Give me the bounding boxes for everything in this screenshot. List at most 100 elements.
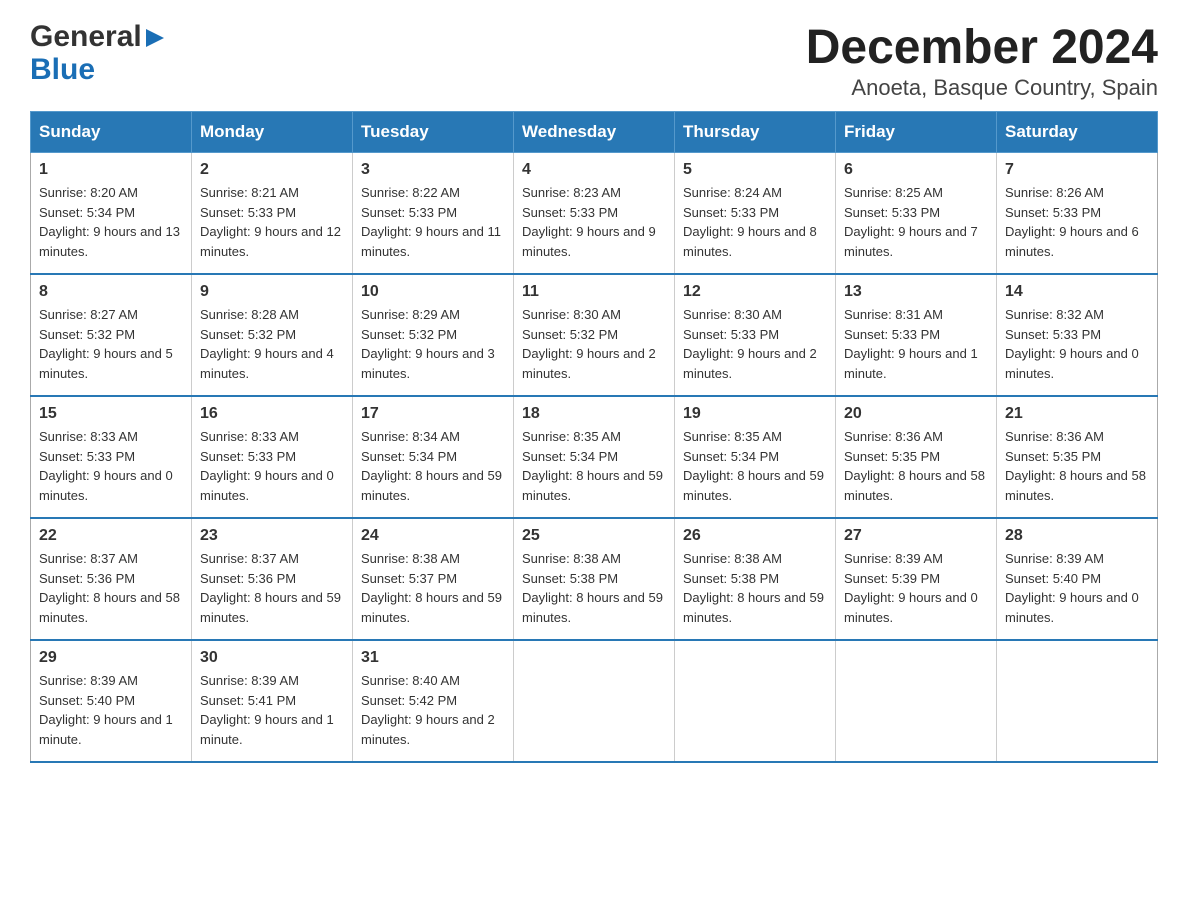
day-info: Sunrise: 8:38 AM Sunset: 5:38 PM Dayligh…: [522, 549, 666, 627]
day-number: 4: [522, 161, 666, 179]
calendar-week-row: 22 Sunrise: 8:37 AM Sunset: 5:36 PM Dayl…: [31, 518, 1158, 640]
day-info: Sunrise: 8:36 AM Sunset: 5:35 PM Dayligh…: [1005, 427, 1149, 505]
day-number: 21: [1005, 405, 1149, 423]
day-info: Sunrise: 8:32 AM Sunset: 5:33 PM Dayligh…: [1005, 305, 1149, 383]
day-info: Sunrise: 8:39 AM Sunset: 5:40 PM Dayligh…: [39, 671, 183, 749]
calendar-week-row: 8 Sunrise: 8:27 AM Sunset: 5:32 PM Dayli…: [31, 274, 1158, 396]
day-info: Sunrise: 8:36 AM Sunset: 5:35 PM Dayligh…: [844, 427, 988, 505]
logo: General Blue: [30, 20, 166, 86]
calendar-week-row: 29 Sunrise: 8:39 AM Sunset: 5:40 PM Dayl…: [31, 640, 1158, 762]
logo-triangle-icon: [144, 27, 166, 49]
logo-general: General: [30, 20, 142, 53]
day-number: 15: [39, 405, 183, 423]
day-number: 30: [200, 649, 344, 667]
day-info: Sunrise: 8:25 AM Sunset: 5:33 PM Dayligh…: [844, 183, 988, 261]
day-number: 5: [683, 161, 827, 179]
table-row: 23 Sunrise: 8:37 AM Sunset: 5:36 PM Dayl…: [192, 518, 353, 640]
day-number: 8: [39, 283, 183, 301]
table-row: [514, 640, 675, 762]
table-row: 12 Sunrise: 8:30 AM Sunset: 5:33 PM Dayl…: [675, 274, 836, 396]
day-info: Sunrise: 8:26 AM Sunset: 5:33 PM Dayligh…: [1005, 183, 1149, 261]
day-number: 28: [1005, 527, 1149, 545]
day-number: 10: [361, 283, 505, 301]
table-row: 18 Sunrise: 8:35 AM Sunset: 5:34 PM Dayl…: [514, 396, 675, 518]
table-row: 3 Sunrise: 8:22 AM Sunset: 5:33 PM Dayli…: [353, 153, 514, 275]
day-number: 6: [844, 161, 988, 179]
table-row: 13 Sunrise: 8:31 AM Sunset: 5:33 PM Dayl…: [836, 274, 997, 396]
page-header: General Blue December 2024 Anoeta, Basqu…: [30, 20, 1158, 101]
day-number: 11: [522, 283, 666, 301]
day-info: Sunrise: 8:24 AM Sunset: 5:33 PM Dayligh…: [683, 183, 827, 261]
table-row: 14 Sunrise: 8:32 AM Sunset: 5:33 PM Dayl…: [997, 274, 1158, 396]
day-number: 17: [361, 405, 505, 423]
table-row: 16 Sunrise: 8:33 AM Sunset: 5:33 PM Dayl…: [192, 396, 353, 518]
table-row: 15 Sunrise: 8:33 AM Sunset: 5:33 PM Dayl…: [31, 396, 192, 518]
calendar-title: December 2024: [806, 20, 1158, 75]
day-info: Sunrise: 8:39 AM Sunset: 5:39 PM Dayligh…: [844, 549, 988, 627]
table-row: 11 Sunrise: 8:30 AM Sunset: 5:32 PM Dayl…: [514, 274, 675, 396]
table-row: 28 Sunrise: 8:39 AM Sunset: 5:40 PM Dayl…: [997, 518, 1158, 640]
logo-blue: Blue: [30, 53, 95, 86]
day-number: 2: [200, 161, 344, 179]
day-info: Sunrise: 8:33 AM Sunset: 5:33 PM Dayligh…: [200, 427, 344, 505]
table-row: 4 Sunrise: 8:23 AM Sunset: 5:33 PM Dayli…: [514, 153, 675, 275]
day-info: Sunrise: 8:38 AM Sunset: 5:38 PM Dayligh…: [683, 549, 827, 627]
day-number: 16: [200, 405, 344, 423]
table-row: 24 Sunrise: 8:38 AM Sunset: 5:37 PM Dayl…: [353, 518, 514, 640]
table-row: 7 Sunrise: 8:26 AM Sunset: 5:33 PM Dayli…: [997, 153, 1158, 275]
table-row: 19 Sunrise: 8:35 AM Sunset: 5:34 PM Dayl…: [675, 396, 836, 518]
table-row: 21 Sunrise: 8:36 AM Sunset: 5:35 PM Dayl…: [997, 396, 1158, 518]
table-row: 26 Sunrise: 8:38 AM Sunset: 5:38 PM Dayl…: [675, 518, 836, 640]
day-number: 19: [683, 405, 827, 423]
header-wednesday: Wednesday: [514, 112, 675, 153]
day-number: 9: [200, 283, 344, 301]
day-number: 25: [522, 527, 666, 545]
day-number: 14: [1005, 283, 1149, 301]
table-row: 10 Sunrise: 8:29 AM Sunset: 5:32 PM Dayl…: [353, 274, 514, 396]
calendar-table: Sunday Monday Tuesday Wednesday Thursday…: [30, 111, 1158, 763]
header-friday: Friday: [836, 112, 997, 153]
table-row: 17 Sunrise: 8:34 AM Sunset: 5:34 PM Dayl…: [353, 396, 514, 518]
day-info: Sunrise: 8:37 AM Sunset: 5:36 PM Dayligh…: [39, 549, 183, 627]
header-sunday: Sunday: [31, 112, 192, 153]
table-row: 30 Sunrise: 8:39 AM Sunset: 5:41 PM Dayl…: [192, 640, 353, 762]
day-info: Sunrise: 8:34 AM Sunset: 5:34 PM Dayligh…: [361, 427, 505, 505]
day-info: Sunrise: 8:23 AM Sunset: 5:33 PM Dayligh…: [522, 183, 666, 261]
table-row: 29 Sunrise: 8:39 AM Sunset: 5:40 PM Dayl…: [31, 640, 192, 762]
day-info: Sunrise: 8:39 AM Sunset: 5:41 PM Dayligh…: [200, 671, 344, 749]
day-info: Sunrise: 8:40 AM Sunset: 5:42 PM Dayligh…: [361, 671, 505, 749]
table-row: 2 Sunrise: 8:21 AM Sunset: 5:33 PM Dayli…: [192, 153, 353, 275]
day-info: Sunrise: 8:22 AM Sunset: 5:33 PM Dayligh…: [361, 183, 505, 261]
day-number: 24: [361, 527, 505, 545]
day-info: Sunrise: 8:39 AM Sunset: 5:40 PM Dayligh…: [1005, 549, 1149, 627]
day-info: Sunrise: 8:35 AM Sunset: 5:34 PM Dayligh…: [683, 427, 827, 505]
day-info: Sunrise: 8:35 AM Sunset: 5:34 PM Dayligh…: [522, 427, 666, 505]
day-info: Sunrise: 8:31 AM Sunset: 5:33 PM Dayligh…: [844, 305, 988, 383]
day-number: 23: [200, 527, 344, 545]
weekday-header-row: Sunday Monday Tuesday Wednesday Thursday…: [31, 112, 1158, 153]
table-row: 5 Sunrise: 8:24 AM Sunset: 5:33 PM Dayli…: [675, 153, 836, 275]
table-row: 8 Sunrise: 8:27 AM Sunset: 5:32 PM Dayli…: [31, 274, 192, 396]
header-monday: Monday: [192, 112, 353, 153]
day-number: 18: [522, 405, 666, 423]
day-number: 26: [683, 527, 827, 545]
table-row: 20 Sunrise: 8:36 AM Sunset: 5:35 PM Dayl…: [836, 396, 997, 518]
day-number: 7: [1005, 161, 1149, 179]
day-number: 3: [361, 161, 505, 179]
day-info: Sunrise: 8:29 AM Sunset: 5:32 PM Dayligh…: [361, 305, 505, 383]
table-row: 27 Sunrise: 8:39 AM Sunset: 5:39 PM Dayl…: [836, 518, 997, 640]
day-info: Sunrise: 8:20 AM Sunset: 5:34 PM Dayligh…: [39, 183, 183, 261]
header-thursday: Thursday: [675, 112, 836, 153]
table-row: 9 Sunrise: 8:28 AM Sunset: 5:32 PM Dayli…: [192, 274, 353, 396]
table-row: 31 Sunrise: 8:40 AM Sunset: 5:42 PM Dayl…: [353, 640, 514, 762]
table-row: 25 Sunrise: 8:38 AM Sunset: 5:38 PM Dayl…: [514, 518, 675, 640]
day-number: 31: [361, 649, 505, 667]
table-row: 22 Sunrise: 8:37 AM Sunset: 5:36 PM Dayl…: [31, 518, 192, 640]
table-row: 1 Sunrise: 8:20 AM Sunset: 5:34 PM Dayli…: [31, 153, 192, 275]
table-row: 6 Sunrise: 8:25 AM Sunset: 5:33 PM Dayli…: [836, 153, 997, 275]
day-number: 22: [39, 527, 183, 545]
table-row: [675, 640, 836, 762]
header-saturday: Saturday: [997, 112, 1158, 153]
day-info: Sunrise: 8:38 AM Sunset: 5:37 PM Dayligh…: [361, 549, 505, 627]
day-info: Sunrise: 8:28 AM Sunset: 5:32 PM Dayligh…: [200, 305, 344, 383]
